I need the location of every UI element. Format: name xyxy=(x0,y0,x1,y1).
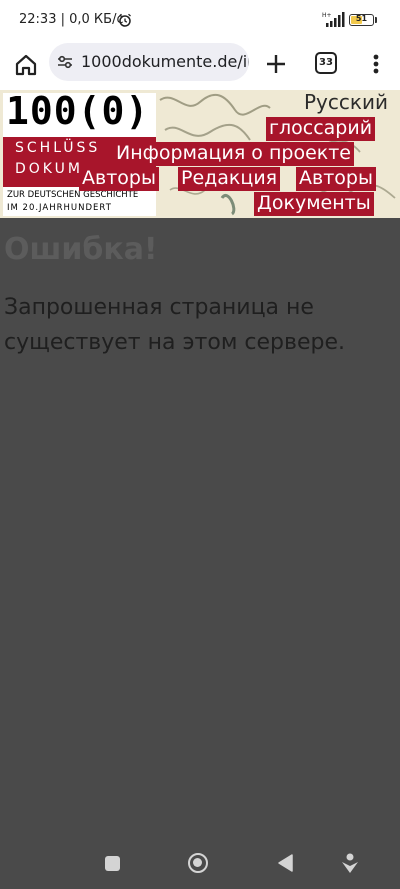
logo-subtitle-2: IM 20.JAHRHUNDERT xyxy=(7,203,112,213)
battery-tip xyxy=(375,17,377,23)
more-vert-icon[interactable] xyxy=(364,50,388,78)
alarm-icon xyxy=(119,13,131,27)
url-text[interactable]: 1000dokumente.de/in xyxy=(81,52,249,71)
logo-title: 100(0) xyxy=(6,89,150,133)
battery-icon: 51 xyxy=(349,14,374,26)
status-bar: 22:33 | 0,0 КБ/с H+ 51 xyxy=(0,0,400,40)
site-settings-icon[interactable] xyxy=(57,55,73,69)
home-circle-icon[interactable] xyxy=(188,853,208,873)
error-message: Запрошенная страница не существует на эт… xyxy=(4,295,345,355)
address-bar[interactable]: 1000dokumente.de/in xyxy=(49,43,249,81)
assistant-icon[interactable] xyxy=(340,852,360,874)
nav-authors-1[interactable]: Авторы xyxy=(79,167,159,191)
recents-icon[interactable] xyxy=(105,856,120,871)
nav-language[interactable]: Русский xyxy=(301,91,391,115)
nav-glossary[interactable]: глоссарий xyxy=(266,117,376,141)
logo-line-1: SCHLÜSS xyxy=(15,140,101,156)
home-icon[interactable] xyxy=(12,51,40,79)
battery-level: 51 xyxy=(355,14,368,23)
svg-text:H+: H+ xyxy=(322,12,332,19)
status-time: 22:33 | 0,0 КБ/с xyxy=(19,12,124,27)
signal-icon: H+ xyxy=(322,12,345,27)
nav-documents[interactable]: Документы xyxy=(254,192,374,216)
back-triangle-icon[interactable] xyxy=(276,853,294,873)
nav-project-info[interactable]: Информация о проекте xyxy=(113,142,354,166)
logo-line-2: DOKUM xyxy=(15,161,83,177)
logo-subtitle-1: ZUR DEUTSCHEN GESCHICHTE xyxy=(7,190,139,200)
browser-toolbar: 1000dokumente.de/in 33 xyxy=(0,40,400,90)
tabs-icon[interactable]: 33 xyxy=(315,52,337,74)
error-title: Ошибка! xyxy=(4,232,158,267)
plus-icon[interactable] xyxy=(262,50,290,78)
system-nav-bar xyxy=(0,837,400,889)
nav-authors-2[interactable]: Авторы xyxy=(296,167,376,191)
nav-editorial[interactable]: Редакция xyxy=(178,167,281,191)
